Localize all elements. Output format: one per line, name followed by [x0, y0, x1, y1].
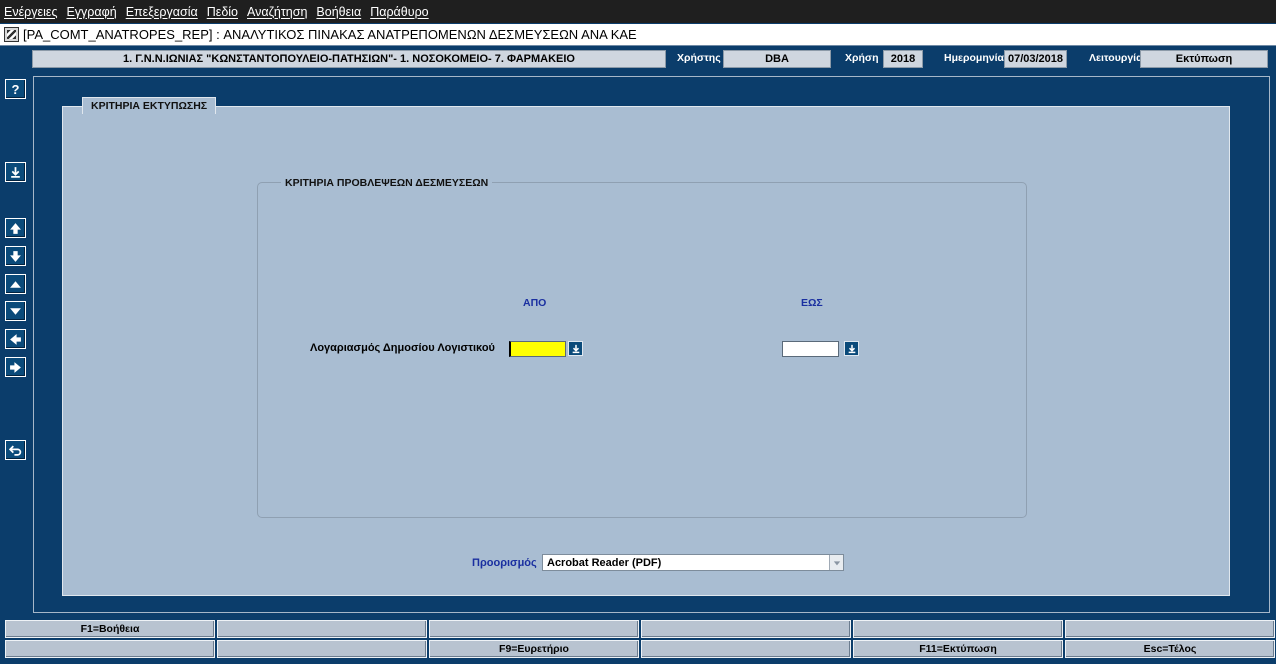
arrow-left-icon: [10, 333, 21, 345]
account-label: Λογαριασμός Δημοσίου Λογιστικού: [310, 342, 495, 354]
fkey-slot[interactable]: [217, 640, 427, 658]
fkey-slot[interactable]: [641, 640, 851, 658]
info-bar: 1. Γ.Ν.Ν.ΙΩΝΙΑΣ "ΚΩΝΣΤΑΝΤΟΠΟΥΛΕΙΟ-ΠΑΤΗΣΙ…: [0, 47, 1276, 71]
fkey-help[interactable]: F1=Βοήθεια: [5, 620, 215, 638]
date-label: Ημερομηνία: [944, 52, 1004, 64]
group-title: ΚΡΙΤΗΡΙΑ ΠΡΟΒΛΕΨΕΩΝ ΔΕΣΜΕΥΣΕΩΝ: [281, 177, 493, 189]
previous-record-button[interactable]: [5, 274, 26, 294]
menu-bar: Ενέργειες Εγγραφή Επεξεργασία Πεδίο Αναζ…: [0, 0, 1276, 23]
date-value: 07/03/2018: [1004, 50, 1067, 68]
arrow-up-icon: [10, 222, 21, 234]
fkey-slot[interactable]: [217, 620, 427, 638]
organization-display: 1. Γ.Ν.Ν.ΙΩΝΙΑΣ "ΚΩΝΣΤΑΝΤΟΠΟΥΛΕΙΟ-ΠΑΤΗΣΙ…: [32, 50, 666, 68]
help-button[interactable]: ?: [5, 79, 26, 99]
next-block-button[interactable]: [5, 357, 26, 377]
undo-icon: [9, 445, 22, 456]
triangle-down-icon: [10, 307, 21, 315]
last-record-button[interactable]: [5, 246, 26, 266]
from-column-header: ΑΠΟ: [523, 297, 547, 309]
triangle-up-icon: [10, 280, 21, 288]
download-arrow-icon: [572, 344, 579, 353]
application-window: Ενέργειες Εγγραφή Επεξεργασία Πεδίο Αναζ…: [0, 0, 1276, 664]
previous-block-button[interactable]: [5, 329, 26, 349]
mode-label: Λειτουργία: [1089, 52, 1143, 64]
window-title: [PA_COMT_ANATROPES_REP] : ΑΝΑΛΥΤΙΚΟΣ ΠΙΝ…: [23, 27, 637, 42]
user-value: DBA: [723, 50, 831, 68]
arrow-right-icon: [10, 361, 21, 373]
menu-edit[interactable]: Επεξεργασία: [126, 5, 198, 19]
menu-help[interactable]: Βοήθεια: [316, 5, 361, 19]
list-of-values-button[interactable]: [5, 162, 26, 182]
account-from-input[interactable]: [509, 341, 566, 357]
mode-value: Εκτύπωση: [1140, 50, 1268, 68]
user-label: Χρήστης: [677, 52, 721, 64]
account-from-lov-button[interactable]: [568, 341, 583, 356]
help-icon: ?: [11, 81, 20, 97]
tab-print-criteria[interactable]: ΚΡΙΤΗΡΙΑ ΕΚΤΥΠΩΣΗΣ: [82, 97, 217, 114]
fkey-index[interactable]: F9=Ευρετήριο: [429, 640, 639, 658]
window-title-bar: [PA_COMT_ANATROPES_REP] : ΑΝΑΛΥΤΙΚΟΣ ΠΙΝ…: [0, 24, 1276, 46]
to-column-header: ΕΩΣ: [801, 297, 823, 309]
menu-window[interactable]: Παράθυρο: [370, 5, 428, 19]
fkey-slot[interactable]: [853, 620, 1063, 638]
menu-search[interactable]: Αναζήτηση: [247, 5, 307, 19]
download-arrow-icon: [11, 166, 20, 178]
download-arrow-icon: [848, 344, 855, 353]
destination-select[interactable]: Acrobat Reader (PDF): [542, 554, 844, 571]
destination-value: Acrobat Reader (PDF): [547, 556, 662, 569]
account-to-input[interactable]: [782, 341, 839, 357]
fkey-exit[interactable]: Esc=Τέλος: [1065, 640, 1275, 658]
fkey-slot[interactable]: [641, 620, 851, 638]
fkey-slot[interactable]: [1065, 620, 1275, 638]
fkey-slot[interactable]: [5, 640, 215, 658]
menu-actions[interactable]: Ενέργειες: [4, 5, 57, 19]
arrow-down-icon: [10, 250, 21, 262]
fkey-slot[interactable]: [429, 620, 639, 638]
year-label: Χρήση: [845, 52, 879, 64]
destination-label: Προορισμός: [472, 557, 537, 569]
account-to-lov-button[interactable]: [844, 341, 859, 356]
chevron-down-icon[interactable]: [829, 555, 843, 570]
next-record-button[interactable]: [5, 301, 26, 321]
first-record-button[interactable]: [5, 218, 26, 238]
app-icon: [4, 27, 19, 42]
undo-button[interactable]: [5, 440, 26, 460]
menu-record[interactable]: Εγγραφή: [66, 5, 116, 19]
fkey-print[interactable]: F11=Εκτύπωση: [853, 640, 1063, 658]
menu-field[interactable]: Πεδίο: [207, 5, 238, 19]
year-value: 2018: [883, 50, 923, 68]
